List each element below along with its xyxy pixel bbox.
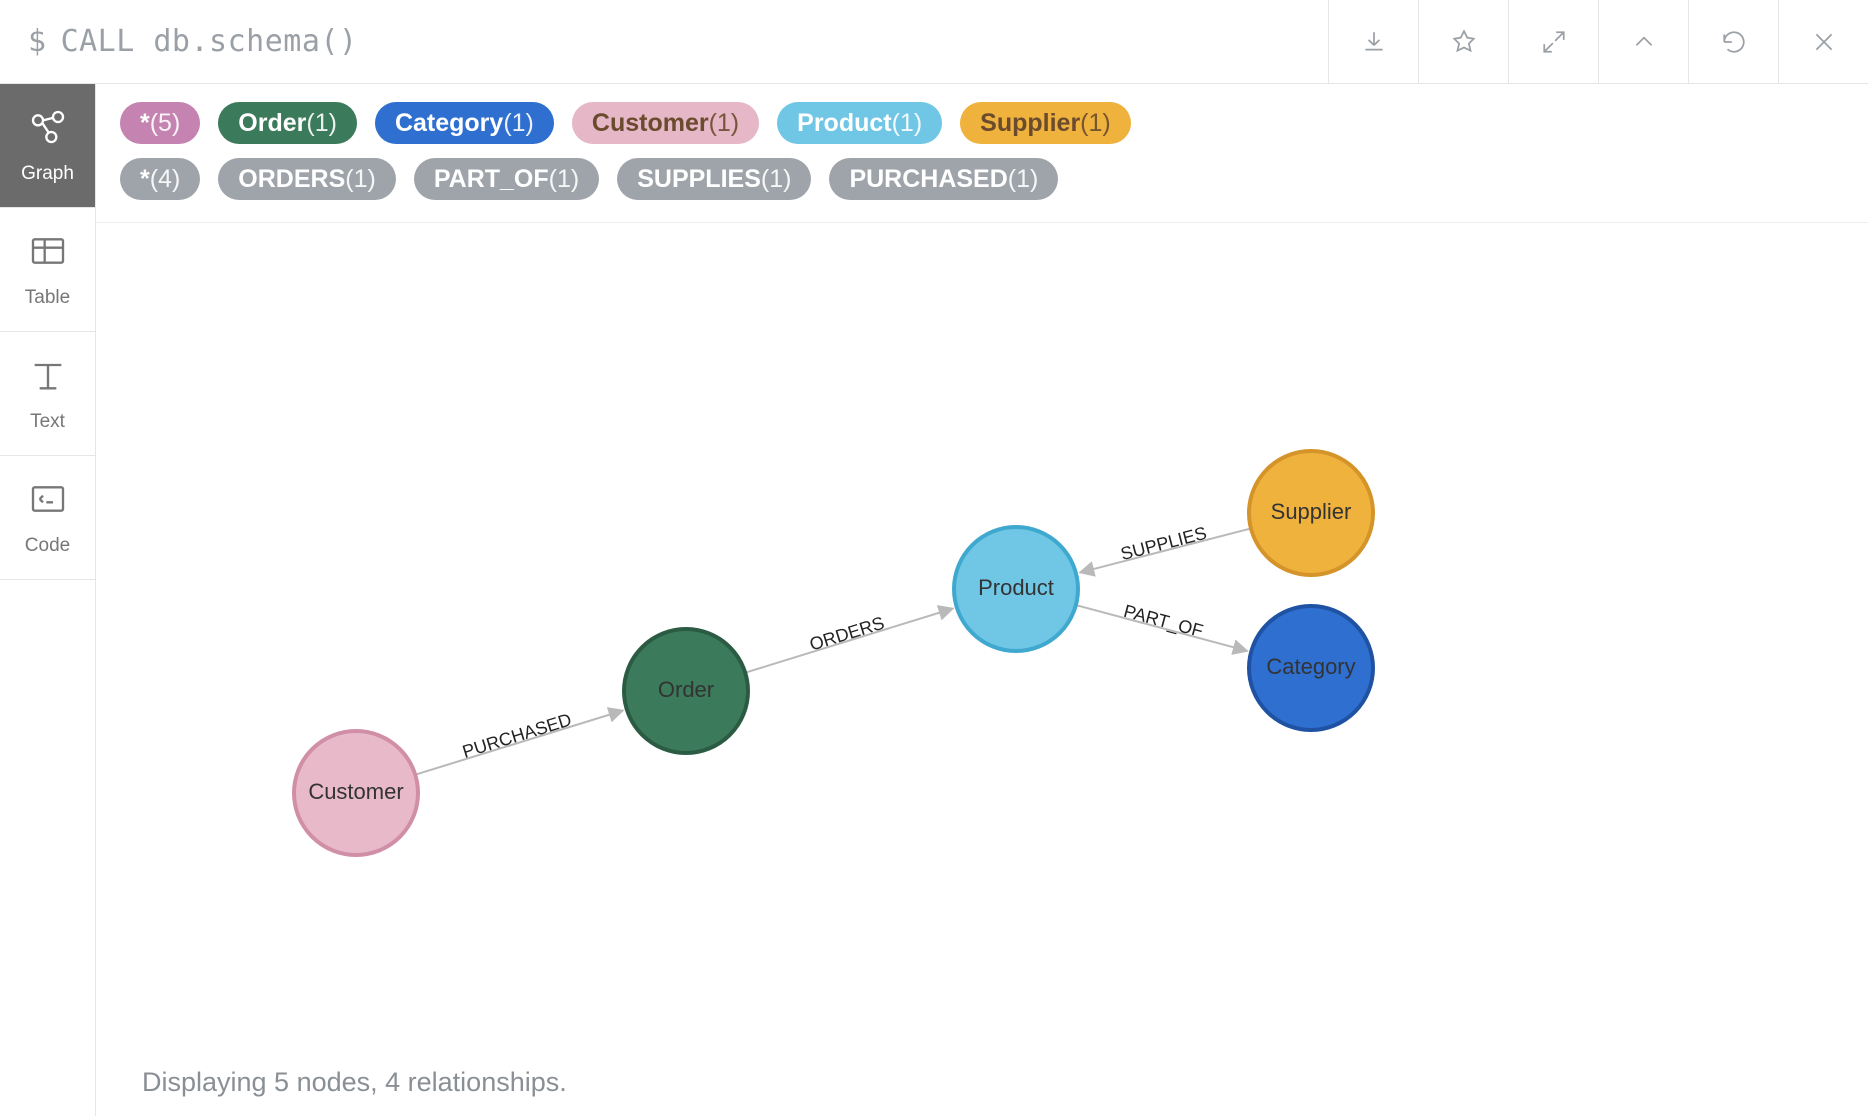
edge-supplies[interactable]: SUPPLIES bbox=[1080, 523, 1251, 573]
pin-icon bbox=[1451, 29, 1477, 55]
node-customer[interactable]: Customer bbox=[294, 731, 418, 855]
pill-count: (1) bbox=[761, 164, 792, 194]
sidebar-item-label: Text bbox=[30, 411, 65, 433]
node-order[interactable]: Order bbox=[624, 629, 748, 753]
code-view[interactable]: Code bbox=[0, 456, 95, 580]
edge-label: PART_OF bbox=[1121, 601, 1205, 642]
pill-name: Customer bbox=[592, 108, 709, 138]
node-pill-order[interactable]: Order(1) bbox=[218, 102, 357, 144]
pill-name: PURCHASED bbox=[849, 164, 1007, 194]
rel-pill-purchased[interactable]: PURCHASED(1) bbox=[829, 158, 1058, 200]
edge-purchased[interactable]: PURCHASED bbox=[415, 709, 623, 774]
pill-name: Product bbox=[797, 108, 891, 138]
graph-canvas[interactable]: PURCHASED ORDERS SUPPLIES PART_OF Customer O… bbox=[96, 223, 1868, 1116]
pill-count: (1) bbox=[1080, 108, 1111, 138]
rel-pill-orders[interactable]: ORDERS(1) bbox=[218, 158, 396, 200]
query-command: CALL db.schema() bbox=[61, 24, 358, 59]
pill-name: Order bbox=[238, 108, 306, 138]
refresh-button[interactable] bbox=[1688, 0, 1778, 83]
download-button[interactable] bbox=[1328, 0, 1418, 83]
view-sidebar: Graph Table Text Code bbox=[0, 84, 96, 1116]
pill-name: ORDERS bbox=[238, 164, 345, 194]
pill-count: (5) bbox=[150, 108, 181, 138]
refresh-icon bbox=[1721, 29, 1747, 55]
rel-pill-all[interactable]: *(4) bbox=[120, 158, 200, 200]
query-bar: $ CALL db.schema() bbox=[0, 0, 1868, 84]
node-pill-product[interactable]: Product(1) bbox=[777, 102, 942, 144]
expand-icon bbox=[1541, 29, 1567, 55]
pill-name: SUPPLIES bbox=[637, 164, 761, 194]
node-supplier[interactable]: Supplier bbox=[1249, 451, 1373, 575]
node-pill-category[interactable]: Category(1) bbox=[375, 102, 554, 144]
edge-part_of[interactable]: PART_OF bbox=[1076, 601, 1247, 651]
sidebar-item-label: Table bbox=[25, 287, 70, 309]
code-icon bbox=[28, 479, 68, 525]
download-icon bbox=[1361, 29, 1387, 55]
close-icon bbox=[1811, 29, 1837, 55]
status-line: Displaying 5 nodes, 4 relationships. bbox=[142, 1067, 567, 1098]
table-view[interactable]: Table bbox=[0, 208, 95, 332]
pill-name: PART_OF bbox=[434, 164, 549, 194]
node-product[interactable]: Product bbox=[954, 527, 1078, 651]
node-pill-supplier[interactable]: Supplier(1) bbox=[960, 102, 1131, 144]
sidebar-item-label: Graph bbox=[21, 163, 74, 185]
pill-name: * bbox=[140, 108, 150, 138]
graph-svg: PURCHASED ORDERS SUPPLIES PART_OF Customer O… bbox=[96, 223, 1868, 1116]
pill-count: (1) bbox=[306, 108, 337, 138]
node-pill-all[interactable]: *(5) bbox=[120, 102, 200, 144]
pill-count: (4) bbox=[150, 164, 181, 194]
pill-count: (1) bbox=[549, 164, 580, 194]
relationship-type-row: *(4)ORDERS(1)PART_OF(1)SUPPLIES(1)PURCHA… bbox=[120, 158, 1844, 200]
pill-name: Supplier bbox=[980, 108, 1080, 138]
pill-count: (1) bbox=[709, 108, 740, 138]
node-category[interactable]: Category bbox=[1249, 606, 1373, 730]
pill-count: (1) bbox=[1008, 164, 1039, 194]
table-icon bbox=[28, 231, 68, 277]
text-icon bbox=[28, 355, 68, 401]
collapse-button[interactable] bbox=[1598, 0, 1688, 83]
graph-icon bbox=[28, 107, 68, 153]
close-button[interactable] bbox=[1778, 0, 1868, 83]
pill-name: Category bbox=[395, 108, 503, 138]
rel-pill-part_of[interactable]: PART_OF(1) bbox=[414, 158, 599, 200]
query-prompt: $ bbox=[28, 24, 47, 59]
pin-button[interactable] bbox=[1418, 0, 1508, 83]
legend-area: *(5)Order(1)Category(1)Customer(1)Produc… bbox=[96, 84, 1868, 223]
edge-orders[interactable]: ORDERS bbox=[745, 608, 953, 672]
toolbar bbox=[1328, 0, 1868, 83]
query-text[interactable]: $ CALL db.schema() bbox=[0, 24, 1328, 59]
pill-count: (1) bbox=[345, 164, 376, 194]
sidebar-item-label: Code bbox=[25, 535, 70, 557]
expand-button[interactable] bbox=[1508, 0, 1598, 83]
node-label-row: *(5)Order(1)Category(1)Customer(1)Produc… bbox=[120, 102, 1844, 144]
pill-count: (1) bbox=[503, 108, 534, 138]
node-pill-customer[interactable]: Customer(1) bbox=[572, 102, 759, 144]
text-view[interactable]: Text bbox=[0, 332, 95, 456]
edge-label: PURCHASED bbox=[460, 709, 574, 761]
pill-count: (1) bbox=[892, 108, 923, 138]
pill-name: * bbox=[140, 164, 150, 194]
graph-view[interactable]: Graph bbox=[0, 84, 95, 208]
result-panel: *(5)Order(1)Category(1)Customer(1)Produc… bbox=[96, 84, 1868, 1116]
edge-label: ORDERS bbox=[807, 613, 886, 655]
edge-label: SUPPLIES bbox=[1119, 523, 1209, 564]
rel-pill-supplies[interactable]: SUPPLIES(1) bbox=[617, 158, 811, 200]
chevron-up-icon bbox=[1631, 29, 1657, 55]
